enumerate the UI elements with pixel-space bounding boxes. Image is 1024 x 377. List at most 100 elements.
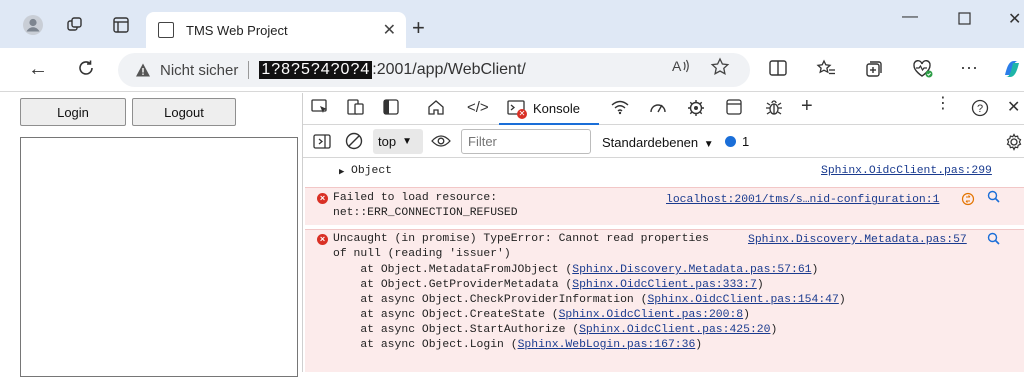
- error-icon: ×: [317, 193, 328, 204]
- tab-title: TMS Web Project: [186, 22, 288, 38]
- error-badge-icon: ✕: [517, 109, 527, 119]
- maximize-icon[interactable]: [958, 12, 971, 30]
- refresh-icon[interactable]: [76, 58, 96, 83]
- stack-frame: at async Object.StartAuthorize (Sphinx.O…: [333, 324, 778, 336]
- web-page: Login Logout: [0, 93, 300, 377]
- sidebar-toggle-icon[interactable]: [313, 134, 331, 154]
- bug-icon[interactable]: [765, 99, 783, 122]
- error-message-line2: of null (reading 'issuer'): [333, 248, 511, 260]
- stack-frame-link[interactable]: Sphinx.OidcClient.pas:425:20: [579, 324, 770, 336]
- issues-count: 1: [742, 134, 750, 149]
- issue-icon: [725, 136, 736, 147]
- url-path: :2001/app/WebClient/: [372, 61, 526, 78]
- console-output: ▶ Object Sphinx.OidcClient.pas:299 × Fai…: [303, 159, 1024, 372]
- tab-konsole[interactable]: ✕ Konsole: [499, 93, 599, 125]
- security-label[interactable]: Nicht sicher: [160, 62, 238, 79]
- performance-icon[interactable]: [649, 99, 667, 120]
- log-levels-dropdown[interactable]: Standardebenen ▼: [602, 135, 714, 150]
- browser-tab[interactable]: TMS Web Project ✕: [146, 12, 406, 48]
- devtools-tabbar: </> ✕ Konsole + ⋮ ? ✕: [303, 93, 1024, 125]
- favorite-star-icon[interactable]: [710, 57, 730, 82]
- address-bar[interactable]: Nicht sicher 1?8?5?4?0?4 :2001/app/WebCl…: [118, 53, 750, 87]
- welcome-home-icon[interactable]: [427, 99, 445, 120]
- object-label: Object: [351, 165, 393, 177]
- console-error-resource: × Failed to load resource: net::ERR_CONN…: [305, 187, 1024, 225]
- warning-icon[interactable]: [134, 61, 152, 79]
- back-icon[interactable]: ←: [28, 58, 48, 80]
- stack-frame-link[interactable]: Sphinx.OidcClient.pas:333:7: [572, 279, 757, 291]
- stack-frame: at Object.GetProviderMetadata (Sphinx.Oi…: [333, 279, 764, 291]
- error-icon: ×: [317, 234, 328, 245]
- stack-frame: at async Object.CheckProviderInformation…: [333, 294, 846, 306]
- memory-icon[interactable]: [687, 99, 705, 122]
- device-emulation-icon[interactable]: [347, 99, 365, 120]
- stack-frame-link[interactable]: Sphinx.OidcClient.pas:154:47: [647, 294, 838, 306]
- network-request-icon[interactable]: [961, 192, 975, 210]
- context-select-value: top: [378, 134, 397, 149]
- help-icon[interactable]: ?: [971, 99, 989, 122]
- stack-frame-link[interactable]: Sphinx.OidcClient.pas:200:8: [559, 309, 744, 321]
- stack-frame: at Object.MetadataFromJObject (Sphinx.Di…: [333, 264, 819, 276]
- devtools-more-icon[interactable]: ⋮: [935, 95, 951, 113]
- address-divider: [248, 61, 250, 79]
- close-devtools-icon[interactable]: ✕: [1007, 99, 1020, 117]
- more-options-icon[interactable]: ···: [960, 57, 978, 77]
- search-icon[interactable]: [987, 190, 1000, 207]
- profile-icon[interactable]: [20, 12, 46, 38]
- error-message-line1: Uncaught (in promise) TypeError: Cannot …: [333, 233, 709, 245]
- svg-text:?: ?: [977, 103, 983, 115]
- live-expression-eye-icon[interactable]: [431, 134, 451, 153]
- workspaces-icon[interactable]: [62, 12, 88, 38]
- elements-icon[interactable]: </>: [467, 99, 489, 117]
- svg-text:A: A: [672, 58, 682, 74]
- dock-side-icon[interactable]: [383, 99, 399, 120]
- devtools-panel: </> ✕ Konsole + ⋮ ? ✕ top ▼ Filter Stand…: [302, 93, 1024, 372]
- inspect-element-icon[interactable]: [311, 99, 329, 120]
- network-wifi-icon[interactable]: [611, 99, 629, 120]
- read-aloud-icon[interactable]: A: [672, 58, 690, 79]
- favorites-icon[interactable]: [816, 59, 836, 81]
- error-message-line2: net::ERR_CONNECTION_REFUSED: [333, 207, 518, 219]
- collections-icon[interactable]: [864, 59, 884, 83]
- search-icon[interactable]: [987, 232, 1000, 249]
- error-message-line1: Failed to load resource:: [333, 192, 498, 204]
- split-screen-icon[interactable]: [768, 59, 788, 81]
- console-object-entry[interactable]: ▶ Object Sphinx.OidcClient.pas:299: [303, 159, 1024, 187]
- tab-konsole-label: Konsole: [533, 100, 580, 116]
- chevron-down-icon: ▼: [402, 136, 412, 147]
- stack-frame-link[interactable]: Sphinx.WebLogin.pas:167:36: [518, 339, 696, 351]
- console-toolbar: top ▼ Standardebenen ▼ 1: [303, 126, 1024, 158]
- tab-actions-icon[interactable]: [108, 12, 134, 38]
- console-filter-input[interactable]: [461, 129, 591, 154]
- login-button[interactable]: Login: [20, 98, 126, 126]
- source-link[interactable]: Sphinx.OidcClient.pas:299: [821, 165, 992, 177]
- console-error-typeerror: × Uncaught (in promise) TypeError: Canno…: [305, 229, 1024, 372]
- stack-frame: at async Object.Login (Sphinx.WebLogin.p…: [333, 339, 703, 351]
- new-tab-icon[interactable]: +: [412, 17, 425, 39]
- logout-button[interactable]: Logout: [132, 98, 236, 126]
- browser-navbar: ← Nicht sicher 1?8?5?4?0?4 :2001/app/Web…: [0, 48, 1024, 92]
- clear-console-icon[interactable]: [345, 132, 363, 155]
- close-window-icon[interactable]: ✕: [1008, 9, 1021, 29]
- browser-essentials-icon[interactable]: [912, 59, 934, 83]
- source-link[interactable]: Sphinx.Discovery.Metadata.pas:57: [748, 234, 967, 246]
- console-icon: ✕: [507, 100, 527, 119]
- stack-frame: at async Object.CreateState (Sphinx.Oidc…: [333, 309, 750, 321]
- context-select[interactable]: top ▼: [373, 129, 423, 154]
- log-levels-label: Standardebenen: [602, 135, 699, 150]
- page-icon: [158, 22, 174, 38]
- stack-frame-link[interactable]: Sphinx.Discovery.Metadata.pas:57:61: [572, 264, 811, 276]
- issues-counter[interactable]: 1: [725, 134, 749, 149]
- close-tab-icon[interactable]: ✕: [383, 20, 396, 40]
- chevron-down-icon: ▼: [703, 139, 714, 150]
- more-tools-plus-icon[interactable]: +: [801, 96, 813, 116]
- minimize-icon[interactable]: —: [902, 8, 918, 26]
- output-textarea[interactable]: [20, 137, 298, 377]
- source-link[interactable]: localhost:2001/tms/s…nid-configuration:1: [666, 194, 939, 206]
- copilot-icon[interactable]: [1000, 57, 1024, 85]
- expand-arrow-icon[interactable]: ▶: [339, 167, 344, 177]
- browser-titlebar: TMS Web Project ✕ + — ✕: [0, 0, 1024, 48]
- console-settings-gear-icon[interactable]: [1005, 133, 1023, 156]
- application-icon[interactable]: [725, 99, 743, 120]
- url-host: 1?8?5?4?0?4: [259, 61, 373, 79]
